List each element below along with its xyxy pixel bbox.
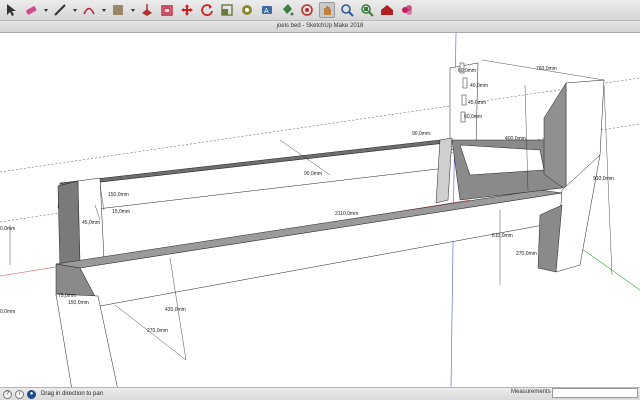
slot-dim-4: 60,0mm [464,114,482,120]
model-drawing: 760,0mm 400,0mm 910,0mm 90,0mm 90,0mm 15… [0,33,640,387]
dim-760: 760,0mm [536,66,557,72]
offset-tool-icon[interactable] [159,2,175,18]
dim-910: 910,0mm [593,176,614,182]
status-hint: Drag in direction to pan [41,391,104,397]
dim-90-a: 90,0mm [412,131,430,137]
measurements-label: Measurements [511,389,551,395]
push-pull-tool-icon[interactable] [139,2,155,18]
main-toolbar: A [0,0,640,21]
right-headboard [435,62,605,273]
dim-270-b: 270,0mm [147,328,168,334]
info-icon[interactable]: ? [3,389,12,399]
user-icon[interactable]: ● [27,389,36,399]
dim-90-b: 90,0mm [304,171,322,177]
svg-text:A: A [264,8,269,15]
slot-dim-3: 45,0mm [468,100,486,106]
tape-measure-tool-icon[interactable] [239,2,255,18]
dim-75: 75,0mm [58,293,76,299]
line-tool-icon[interactable] [52,2,68,18]
front-rail [55,189,563,307]
dim-left: 0,0mm [0,226,15,232]
zoom-tool-icon[interactable] [339,2,355,18]
warehouse-tool-icon[interactable] [379,2,395,18]
dim-45: 45,0mm [82,220,100,226]
window-title: joels bed - SketchUp Make 2018 [0,21,640,33]
select-tool-icon[interactable] [3,2,19,18]
geolocation-icon[interactable]: i [15,389,24,399]
rotate-tool-icon[interactable] [199,2,215,18]
paint-bucket-tool-icon[interactable] [279,2,295,18]
model-viewport[interactable]: 760,0mm 400,0mm 910,0mm 90,0mm 90,0mm 15… [0,33,640,387]
measurements-input[interactable] [552,388,638,398]
dim-150-b: 150,0mm [68,300,89,306]
back-rail [57,139,447,213]
dim-400: 400,0mm [505,136,526,142]
pan-tool-icon[interactable] [319,2,335,18]
dim-150-a: 150,0mm [108,192,129,198]
dim-610: 610,0mm [492,233,513,239]
slot-dim-1: 60,0mm [458,68,476,74]
rectangle-tool-icon[interactable] [110,2,126,18]
scale-tool-icon[interactable] [219,2,235,18]
slot-dim-2: 40,0mm [470,83,488,89]
chevron-down-icon[interactable] [72,2,78,18]
dim-2110: 2110,0mm [335,211,358,217]
zoom-extents-tool-icon[interactable] [359,2,375,18]
orbit-tool-icon[interactable] [299,2,315,18]
chevron-down-icon[interactable] [101,2,107,18]
chevron-down-icon[interactable] [43,2,49,18]
extension-warehouse-tool-icon[interactable] [399,2,415,18]
move-tool-icon[interactable] [179,2,195,18]
chevron-down-icon[interactable] [130,2,136,18]
dim-15: 15,0mm [112,209,130,215]
front-left-leg [55,293,118,387]
dim-mid: 0,0mm [0,309,15,315]
dim-270-a: 270,0mm [516,251,537,257]
arc-tool-icon[interactable] [81,2,97,18]
text-tool-icon[interactable]: A [259,2,275,18]
eraser-tool-icon[interactable] [23,2,39,18]
dim-420: 420,0mm [165,307,186,313]
